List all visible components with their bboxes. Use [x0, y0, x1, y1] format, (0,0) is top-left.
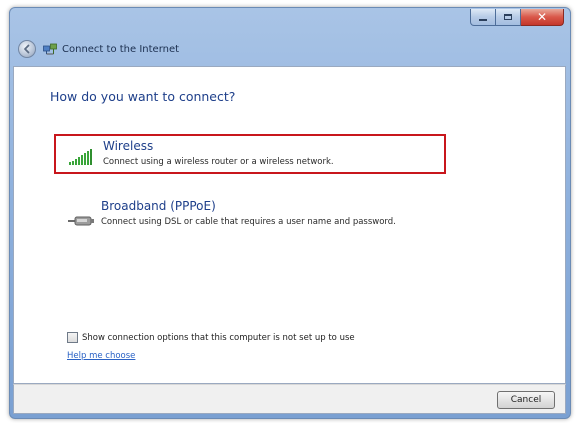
- close-button[interactable]: ✕: [521, 9, 564, 26]
- broadband-cable-icon: [66, 209, 96, 231]
- title-bar: Connect to the Internet: [18, 38, 179, 60]
- network-connection-icon: [43, 43, 57, 55]
- minimize-icon: [479, 19, 487, 21]
- back-arrow-icon: [24, 44, 30, 54]
- help-me-choose-link[interactable]: Help me choose: [67, 351, 135, 361]
- option-broadband-title: Broadband (PPPoE): [101, 199, 216, 213]
- option-wireless[interactable]: Wireless Connect using a wireless router…: [54, 134, 446, 174]
- page-heading: How do you want to connect?: [50, 89, 236, 104]
- dialog-window: ✕ Connect to the Internet How do you wan…: [9, 7, 571, 419]
- option-broadband-description: Connect using DSL or cable that requires…: [101, 217, 396, 227]
- dialog-footer: Cancel: [13, 384, 566, 414]
- maximize-button[interactable]: [496, 9, 521, 26]
- option-wireless-description: Connect using a wireless router or a wir…: [103, 157, 334, 167]
- close-icon: ✕: [536, 10, 548, 24]
- window-title: Connect to the Internet: [62, 43, 180, 55]
- maximize-icon: [504, 14, 512, 20]
- wireless-signal-icon: [67, 147, 97, 169]
- show-options-checkbox[interactable]: [67, 332, 78, 343]
- option-broadband[interactable]: Broadband (PPPoE) Connect using DSL or c…: [54, 198, 446, 238]
- content-panel: How do you want to connect? Wireless Con…: [13, 66, 566, 384]
- caption-buttons: ✕: [470, 9, 564, 27]
- minimize-button[interactable]: [470, 9, 496, 26]
- show-options-label[interactable]: Show connection options that this comput…: [82, 333, 355, 343]
- show-options-row: Show connection options that this comput…: [67, 332, 355, 343]
- cancel-button[interactable]: Cancel: [497, 391, 555, 409]
- option-wireless-title: Wireless: [103, 139, 154, 153]
- back-button[interactable]: [18, 40, 36, 58]
